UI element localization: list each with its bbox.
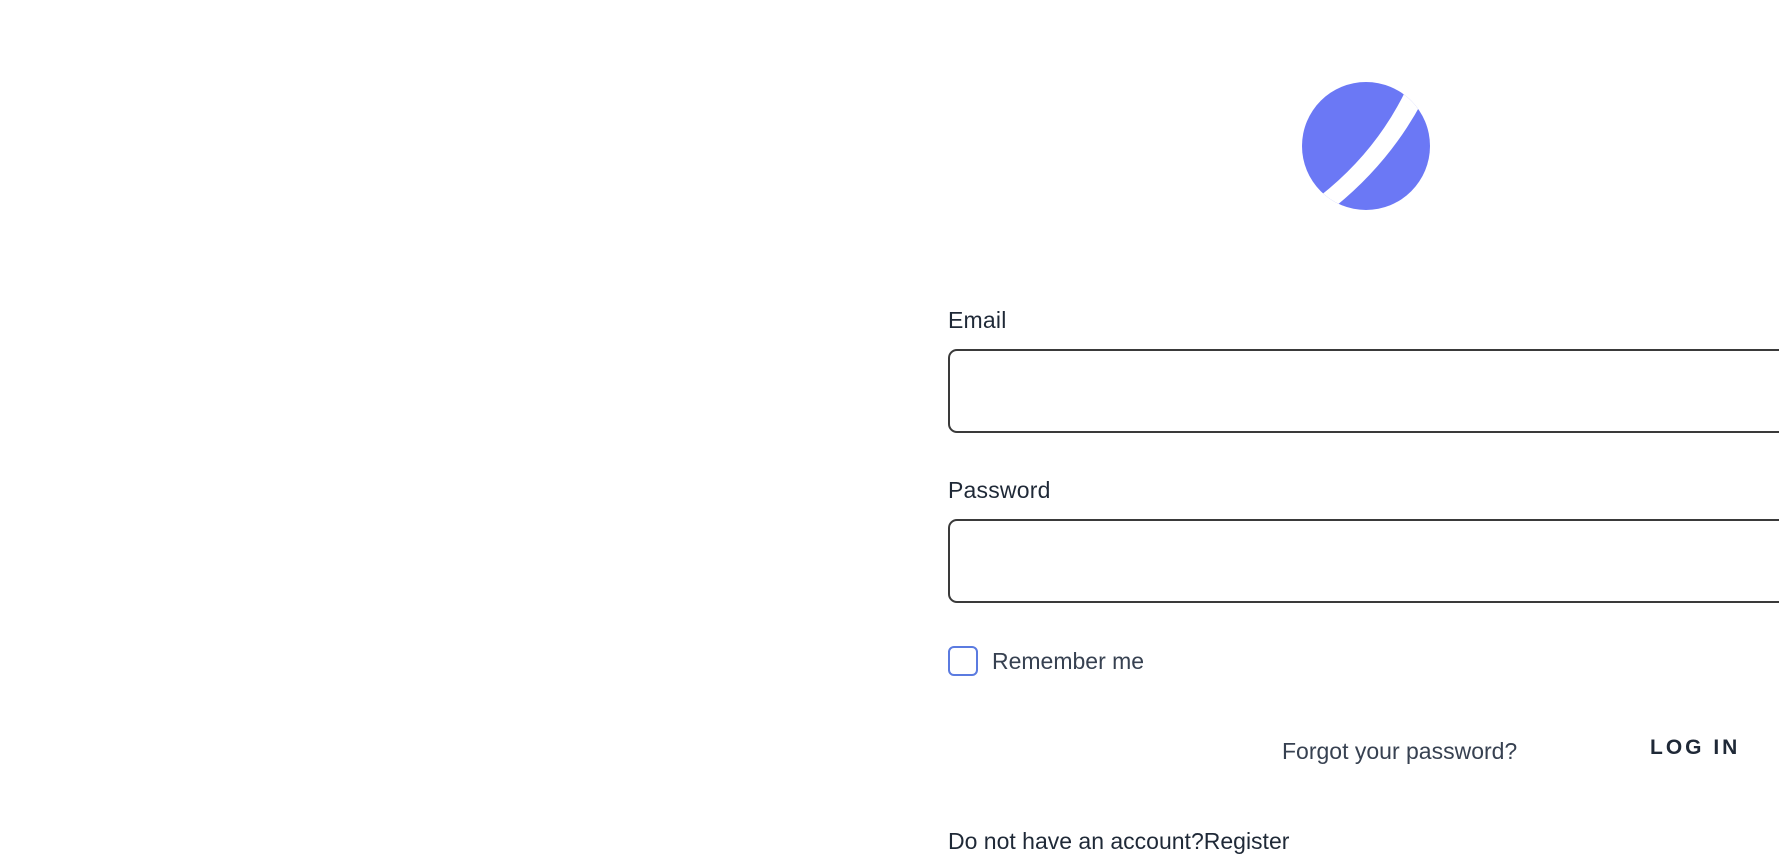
register-row: Do not have an account?Register: [948, 828, 1289, 855]
remember-me-row: Remember me: [948, 646, 1144, 676]
password-label: Password: [948, 477, 1051, 503]
remember-me-label[interactable]: Remember me: [992, 648, 1144, 675]
register-link[interactable]: Register: [1204, 828, 1290, 854]
planet-logo-icon: [1298, 78, 1434, 214]
register-prompt: Do not have an account?: [948, 828, 1204, 854]
email-input[interactable]: [948, 349, 1779, 433]
remember-me-checkbox[interactable]: [948, 646, 978, 676]
logo-graphic: [1302, 82, 1430, 210]
login-button[interactable]: LOG IN: [1650, 736, 1740, 760]
password-input[interactable]: [948, 519, 1779, 603]
email-label: Email: [948, 307, 1007, 333]
forgot-password-link[interactable]: Forgot your password?: [1282, 738, 1517, 765]
